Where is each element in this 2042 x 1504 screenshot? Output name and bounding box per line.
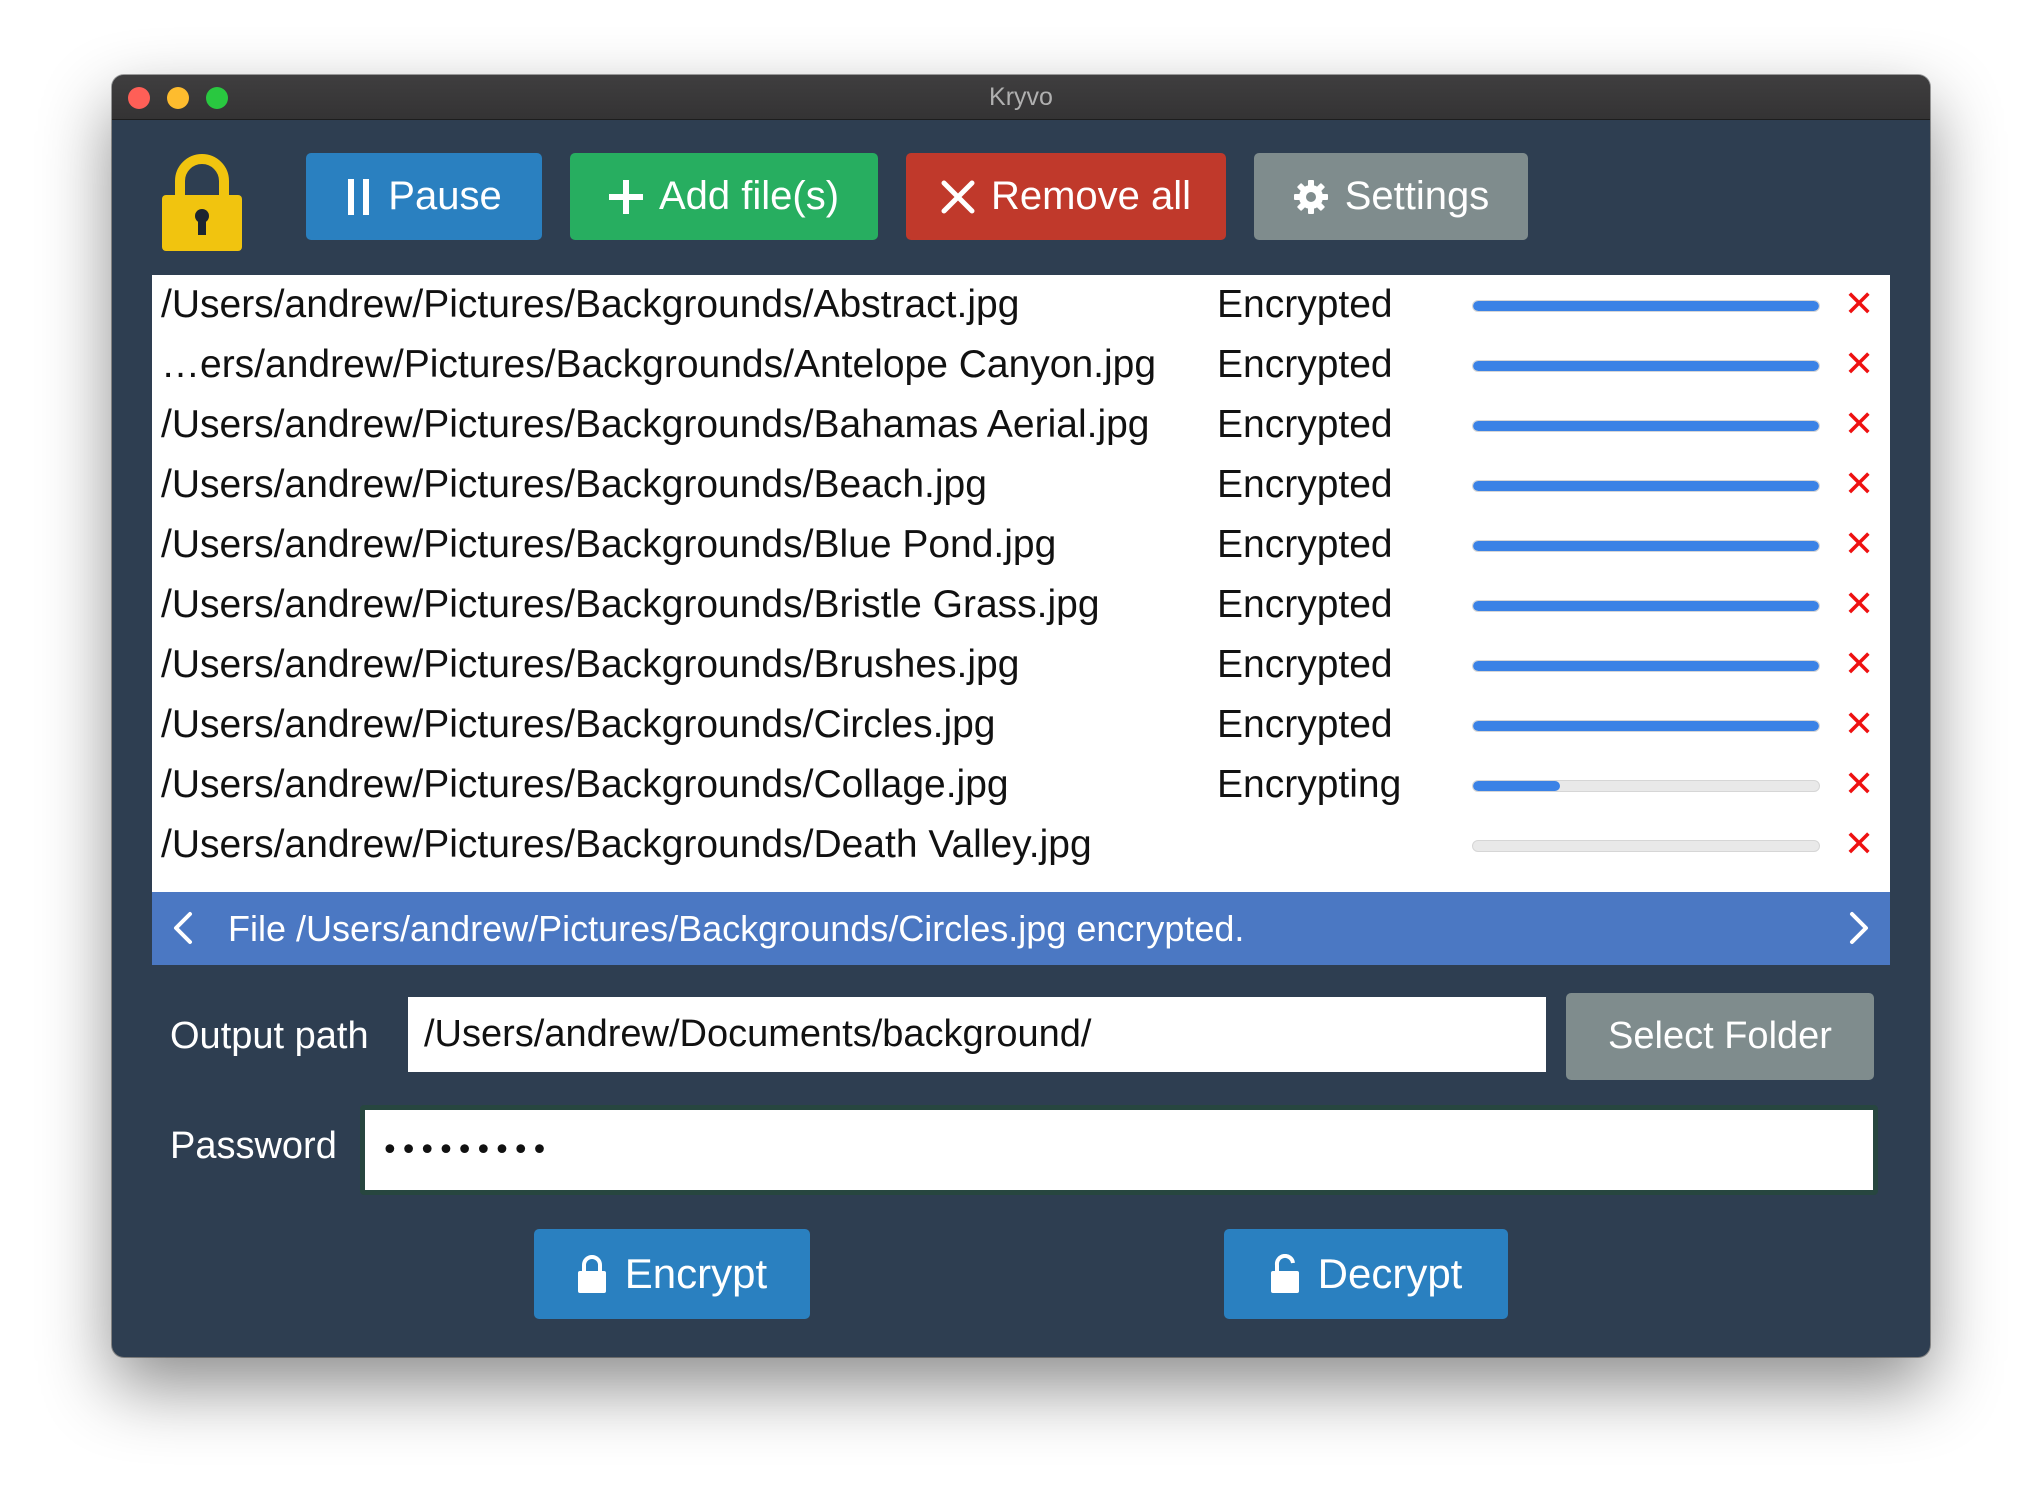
file-row[interactable]: /Users/andrew/Pictures/Backgrounds/Baham…	[152, 395, 1890, 455]
remove-x-icon[interactable]: ✕	[1844, 766, 1874, 802]
password-label: Password	[170, 1125, 337, 1167]
remove-all-button[interactable]: Remove all	[906, 153, 1226, 240]
add-files-button-label: Add file(s)	[658, 174, 840, 218]
file-path: …ers/andrew/Pictures/Backgrounds/Antelop…	[161, 343, 1157, 386]
file-progress-fill	[1473, 721, 1819, 731]
add-files-button[interactable]: Add file(s)	[570, 153, 878, 240]
file-path: /Users/andrew/Pictures/Backgrounds/Abstr…	[161, 283, 1020, 326]
file-status: Encrypted	[1217, 583, 1393, 626]
password-field-frame	[360, 1105, 1878, 1195]
plus-icon	[608, 179, 643, 214]
file-progress-bar	[1472, 720, 1820, 732]
file-row[interactable]: /Users/andrew/Pictures/Backgrounds/Brush…	[152, 635, 1890, 695]
file-progress-bar	[1472, 600, 1820, 612]
settings-button[interactable]: Settings	[1254, 153, 1528, 240]
remove-x-icon[interactable]: ✕	[1844, 466, 1874, 502]
file-progress-fill	[1473, 301, 1819, 311]
file-progress-fill	[1473, 361, 1819, 371]
lock-icon	[577, 1255, 606, 1293]
file-status: Encrypting	[1217, 763, 1402, 806]
gear-icon	[1293, 179, 1328, 214]
file-row[interactable]: /Users/andrew/Pictures/Backgrounds/Blue …	[152, 515, 1890, 575]
file-progress-fill	[1473, 661, 1819, 671]
remove-all-button-label: Remove all	[990, 174, 1192, 218]
settings-button-label: Settings	[1344, 174, 1490, 218]
file-progress-fill	[1473, 421, 1819, 431]
file-path: /Users/andrew/Pictures/Backgrounds/Colla…	[161, 763, 1009, 806]
output-path-label: Output path	[170, 1015, 369, 1057]
file-progress-fill	[1473, 601, 1819, 611]
file-path: /Users/andrew/Pictures/Backgrounds/Brush…	[161, 643, 1020, 686]
pause-icon	[348, 178, 370, 215]
file-progress-fill	[1473, 781, 1560, 791]
pause-button-label: Pause	[388, 174, 502, 218]
window-title: Kryvo	[989, 83, 1053, 111]
decrypt-button[interactable]: Decrypt	[1224, 1229, 1508, 1319]
file-progress-bar	[1472, 540, 1820, 552]
file-progress-bar	[1472, 660, 1820, 672]
remove-x-icon[interactable]: ✕	[1844, 706, 1874, 742]
chevron-right-icon[interactable]	[1840, 910, 1876, 946]
chevron-left-icon[interactable]	[166, 910, 202, 946]
padlock-icon	[162, 154, 242, 251]
output-path-input[interactable]	[408, 997, 1546, 1072]
password-input[interactable]	[365, 1110, 1873, 1190]
remove-x-icon[interactable]: ✕	[1844, 346, 1874, 382]
file-row[interactable]: /Users/andrew/Pictures/Backgrounds/Colla…	[152, 755, 1890, 815]
encrypt-button-label: Encrypt	[624, 1250, 768, 1297]
file-row[interactable]: /Users/andrew/Pictures/Backgrounds/Death…	[152, 815, 1890, 875]
file-row[interactable]: …ers/andrew/Pictures/Backgrounds/Antelop…	[152, 335, 1890, 395]
file-list[interactable]: /Users/andrew/Pictures/Backgrounds/Abstr…	[152, 275, 1890, 895]
app-window: Kryvo Pause Add file(s) Remove all Setti…	[112, 75, 1930, 1357]
decrypt-button-label: Decrypt	[1317, 1250, 1463, 1297]
remove-x-icon[interactable]: ✕	[1844, 646, 1874, 682]
remove-x-icon[interactable]: ✕	[1844, 586, 1874, 622]
file-status: Encrypted	[1217, 343, 1393, 386]
file-path: /Users/andrew/Pictures/Backgrounds/Death…	[161, 823, 1092, 866]
pause-button[interactable]: Pause	[306, 153, 542, 240]
file-progress-fill	[1473, 481, 1819, 491]
encrypt-button[interactable]: Encrypt	[534, 1229, 810, 1319]
file-path: /Users/andrew/Pictures/Backgrounds/Brist…	[161, 583, 1100, 626]
remove-x-icon[interactable]: ✕	[1844, 286, 1874, 322]
remove-x-icon[interactable]: ✕	[1844, 826, 1874, 862]
select-folder-button[interactable]: Select Folder	[1566, 993, 1874, 1080]
status-bar: File /Users/andrew/Pictures/Backgrounds/…	[152, 892, 1890, 965]
title-bar: Kryvo	[112, 75, 1930, 120]
file-status: Encrypted	[1217, 523, 1393, 566]
file-status: Encrypted	[1217, 643, 1393, 686]
file-path: /Users/andrew/Pictures/Backgrounds/Circl…	[161, 703, 996, 746]
status-message: File /Users/andrew/Pictures/Backgrounds/…	[228, 908, 1245, 949]
file-path: /Users/andrew/Pictures/Backgrounds/Baham…	[161, 403, 1150, 446]
unlock-icon	[1270, 1254, 1299, 1293]
file-status: Encrypted	[1217, 283, 1393, 326]
close-icon	[941, 180, 975, 213]
file-path: /Users/andrew/Pictures/Backgrounds/Blue …	[161, 523, 1057, 566]
remove-x-icon[interactable]: ✕	[1844, 406, 1874, 442]
file-status: Encrypted	[1217, 463, 1393, 506]
file-row[interactable]: /Users/andrew/Pictures/Backgrounds/Beach…	[152, 455, 1890, 515]
file-row[interactable]: /Users/andrew/Pictures/Backgrounds/Brist…	[152, 575, 1890, 635]
file-row[interactable]: /Users/andrew/Pictures/Backgrounds/Abstr…	[152, 275, 1890, 335]
file-progress-bar	[1472, 840, 1820, 852]
file-row[interactable]: /Users/andrew/Pictures/Backgrounds/Circl…	[152, 695, 1890, 755]
file-status: Encrypted	[1217, 703, 1393, 746]
file-progress-bar	[1472, 480, 1820, 492]
file-progress-bar	[1472, 780, 1820, 792]
file-progress-fill	[1473, 541, 1819, 551]
file-progress-bar	[1472, 420, 1820, 432]
file-path: /Users/andrew/Pictures/Backgrounds/Beach…	[161, 463, 987, 506]
file-status: Encrypted	[1217, 403, 1393, 446]
file-progress-bar	[1472, 300, 1820, 312]
remove-x-icon[interactable]: ✕	[1844, 526, 1874, 562]
file-progress-bar	[1472, 360, 1820, 372]
